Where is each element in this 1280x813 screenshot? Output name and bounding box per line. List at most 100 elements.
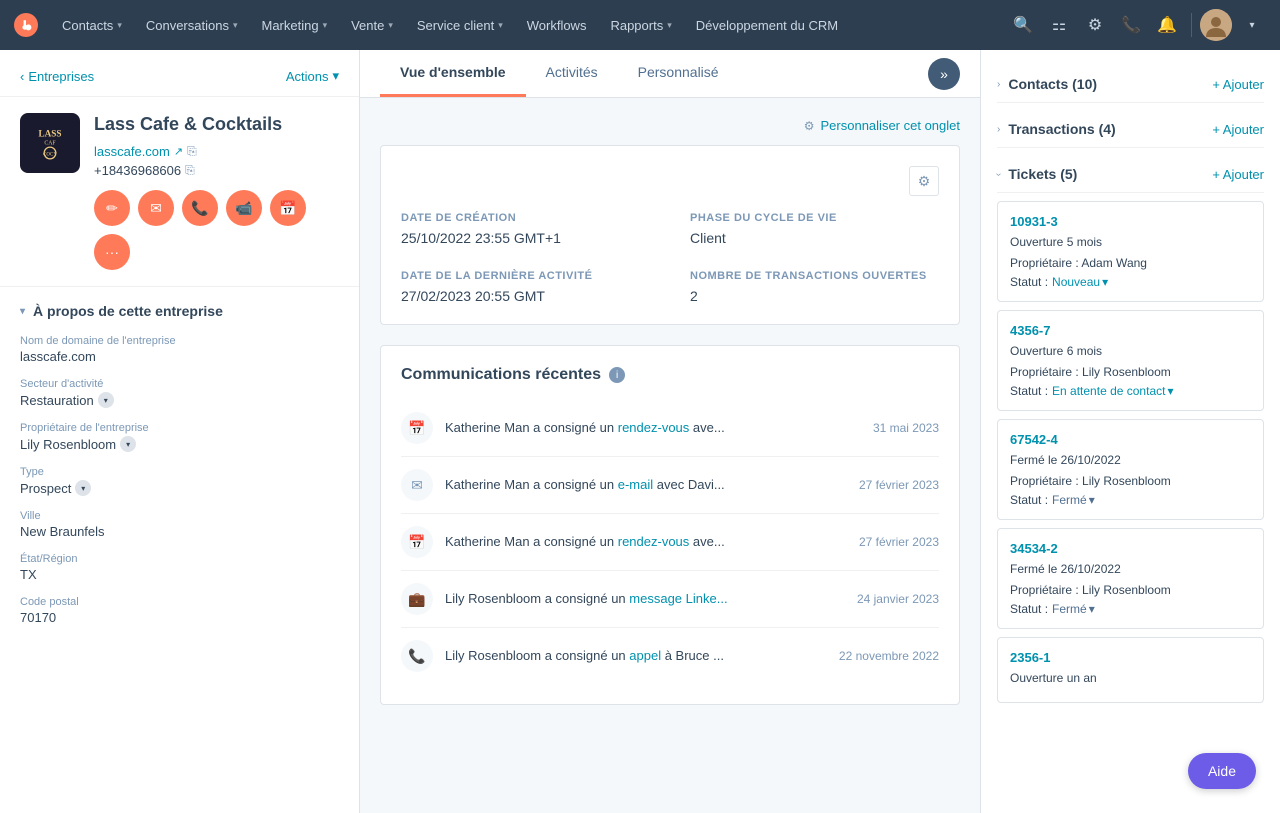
overview-settings-button[interactable]: ⚙	[909, 166, 939, 196]
help-button[interactable]: Aide	[1188, 753, 1256, 789]
owner-dropdown-icon[interactable]: ▾	[120, 436, 136, 452]
ticket-status-badge-1[interactable]: En attente de contact ▾	[1052, 384, 1173, 398]
comm-link-0[interactable]: rendez-vous	[618, 420, 690, 435]
ticket-opening-3: Fermé le 26/10/2022	[1010, 560, 1251, 578]
ticket-owner-row-1: Propriétaire : Lily Rosenbloom	[1010, 363, 1251, 381]
nav-conversations[interactable]: Conversations ▾	[136, 12, 248, 39]
ticket-card-4: 2356-1 Ouverture un an	[997, 637, 1264, 703]
ticket-card-0: 10931-3 Ouverture 5 mois Propriétaire : …	[997, 201, 1264, 302]
search-icon[interactable]: 🔍	[1007, 9, 1039, 41]
edit-button[interactable]: ✏	[94, 190, 130, 226]
rs-section-tickets: › Tickets (5) + Ajouter 10931-3 Ouvertur…	[997, 156, 1264, 703]
info-icon[interactable]: i	[609, 367, 625, 383]
copy-phone-icon[interactable]: ⎘	[185, 163, 195, 178]
rs-tickets-chevron-icon: ›	[993, 172, 1004, 175]
comm-date-2: 27 février 2023	[859, 535, 939, 549]
comm-item-3: 💼 Lily Rosenbloom a consigné un message …	[401, 571, 939, 628]
left-sidebar: ‹ Entreprises Actions ▾ LASS CAF COCY La…	[0, 50, 360, 813]
rs-tickets-header[interactable]: › Tickets (5) + Ajouter	[997, 156, 1264, 193]
hubspot-logo[interactable]	[12, 11, 40, 39]
ticket-owner-row-0: Propriétaire : Adam Wang	[1010, 254, 1251, 272]
phone-icon[interactable]: 📞	[1115, 9, 1147, 41]
status-dropdown-icon-2: ▾	[1089, 493, 1095, 507]
section-chevron-icon: ▾	[20, 306, 25, 317]
company-name: Lass Cafe & Cocktails	[94, 113, 339, 136]
nav-service-client[interactable]: Service client ▾	[407, 12, 513, 39]
overview-card: ⚙ DATE DE CRÉATION 25/10/2022 23:55 GMT+…	[380, 145, 960, 325]
nav-contacts[interactable]: Contacts ▾	[52, 12, 132, 39]
comm-link-4[interactable]: appel	[629, 648, 661, 663]
comm-link-3[interactable]: message Linke...	[629, 591, 727, 606]
tab-activites[interactable]: Activités	[526, 50, 618, 97]
overview-last-activity: DATE DE LA DERNIÈRE ACTIVITÉ 27/02/2023 …	[401, 270, 650, 304]
ticket-id-0[interactable]: 10931-3	[1010, 214, 1251, 229]
comm-date-4: 22 novembre 2022	[839, 649, 939, 663]
ticket-card-3: 34534-2 Fermé le 26/10/2022 Propriétaire…	[997, 528, 1264, 629]
email-button[interactable]: ✉	[138, 190, 174, 226]
chevron-down-icon: ▾	[117, 20, 122, 31]
video-button[interactable]: 📹	[226, 190, 262, 226]
nav-marketing[interactable]: Marketing ▾	[251, 12, 337, 39]
chevron-down-icon: ▾	[498, 20, 503, 31]
ticket-status-row-2: Statut : Fermé ▾	[1010, 493, 1251, 507]
rs-transactions-chevron-icon: ›	[997, 124, 1000, 135]
company-website[interactable]: lasscafe.com ↗ ⎘	[94, 144, 339, 159]
ticket-id-4[interactable]: 2356-1	[1010, 650, 1251, 665]
nav-rapports[interactable]: Rapports ▾	[600, 12, 681, 39]
svg-text:LASS: LASS	[39, 128, 62, 138]
ticket-status-badge-0[interactable]: Nouveau ▾	[1052, 275, 1108, 289]
comm-date-3: 24 janvier 2023	[857, 592, 939, 606]
type-dropdown-icon[interactable]: ▾	[75, 480, 91, 496]
nav-icon-group: 🔍 ⚏ ⚙ 📞 🔔 ▾	[1007, 9, 1268, 41]
rs-transactions-header[interactable]: › Transactions (4) + Ajouter	[997, 111, 1264, 148]
comm-text-0: Katherine Man a consigné un rendez-vous …	[445, 419, 861, 437]
field-city: Ville New Braunfels	[20, 510, 339, 539]
app-layout: ‹ Entreprises Actions ▾ LASS CAF COCY La…	[0, 50, 1280, 813]
tab-vue-ensemble[interactable]: Vue d'ensemble	[380, 50, 526, 97]
rs-tickets-add[interactable]: + Ajouter	[1212, 167, 1264, 182]
ticket-status-row-1: Statut : En attente de contact ▾	[1010, 384, 1251, 398]
rs-contacts-header[interactable]: › Contacts (10) + Ajouter	[997, 66, 1264, 103]
more-button[interactable]: ···	[94, 234, 130, 270]
svg-text:CAF: CAF	[44, 141, 56, 147]
ticket-owner-row-3: Propriétaire : Lily Rosenbloom	[1010, 581, 1251, 599]
comm-link-2[interactable]: rendez-vous	[618, 534, 690, 549]
account-chevron-icon[interactable]: ▾	[1236, 9, 1268, 41]
nav-workflows[interactable]: Workflows	[517, 12, 597, 39]
rendez-vous-icon-2: 📅	[401, 526, 433, 558]
rs-section-contacts: › Contacts (10) + Ajouter	[997, 66, 1264, 103]
calendar-button[interactable]: 📅	[270, 190, 306, 226]
user-avatar[interactable]	[1200, 9, 1232, 41]
call-button[interactable]: 📞	[182, 190, 218, 226]
tab-personnalise[interactable]: Personnalisé	[618, 50, 739, 97]
nav-vente[interactable]: Vente ▾	[341, 12, 403, 39]
comm-link-1[interactable]: e-mail	[618, 477, 653, 492]
ticket-id-3[interactable]: 34534-2	[1010, 541, 1251, 556]
overview-lifecycle: PHASE DU CYCLE DE VIE Client	[690, 212, 939, 246]
personalize-link[interactable]: Personnaliser cet onglet	[821, 118, 960, 133]
tabs-expand-button[interactable]: »	[928, 58, 960, 90]
ticket-id-2[interactable]: 67542-4	[1010, 432, 1251, 447]
field-domain: Nom de domaine de l'entreprise lasscafe.…	[20, 335, 339, 364]
external-link-icon: ↗	[174, 145, 183, 158]
svg-text:COCY: COCY	[43, 153, 57, 158]
about-header[interactable]: ▾ À propos de cette entreprise	[20, 303, 339, 319]
rs-contacts-add[interactable]: + Ajouter	[1212, 77, 1264, 92]
personalize-bar: ⚙ Personnaliser cet onglet	[380, 118, 960, 133]
comm-text-4: Lily Rosenbloom a consigné un appel à Br…	[445, 647, 827, 665]
rs-transactions-add[interactable]: + Ajouter	[1212, 122, 1264, 137]
tabs-bar: Vue d'ensemble Activités Personnalisé »	[360, 50, 980, 98]
breadcrumb[interactable]: ‹ Entreprises	[20, 69, 94, 84]
ticket-status-badge-3[interactable]: Fermé ▾	[1052, 602, 1095, 616]
nav-crm[interactable]: Développement du CRM	[686, 12, 848, 39]
ticket-status-badge-2[interactable]: Fermé ▾	[1052, 493, 1095, 507]
actions-button[interactable]: Actions ▾	[286, 68, 339, 84]
marketplace-icon[interactable]: ⚏	[1043, 9, 1075, 41]
company-header: LASS CAF COCY Lass Cafe & Cocktails lass…	[0, 97, 359, 287]
ticket-id-1[interactable]: 4356-7	[1010, 323, 1251, 338]
settings-icon[interactable]: ⚙	[1079, 9, 1111, 41]
actions-chevron-icon: ▾	[332, 68, 339, 84]
copy-icon[interactable]: ⎘	[187, 144, 197, 159]
notifications-icon[interactable]: 🔔	[1151, 9, 1183, 41]
sector-dropdown-icon[interactable]: ▾	[98, 392, 114, 408]
